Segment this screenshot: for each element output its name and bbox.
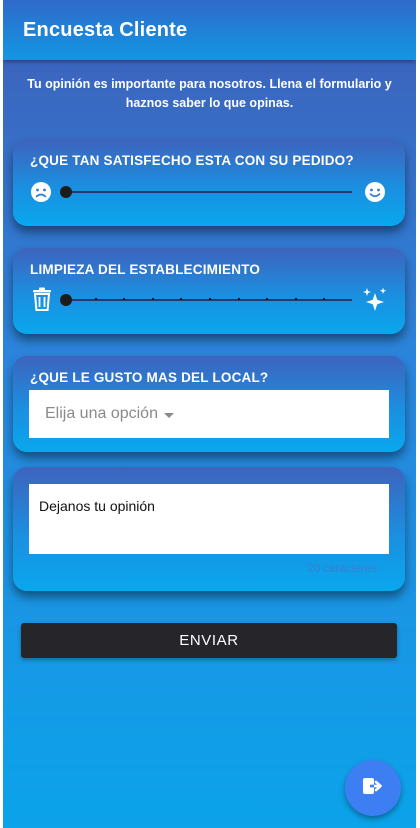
intro-text: Tu opinión es importante para nosotros. … — [27, 77, 392, 110]
caret-down-icon — [163, 412, 174, 418]
logout-fab[interactable] — [345, 760, 401, 816]
submit-button[interactable]: ENVIAR — [21, 623, 397, 658]
cleanliness-slider[interactable] — [30, 287, 388, 313]
satisfaction-slider[interactable] — [30, 179, 388, 205]
slider-tick — [94, 298, 97, 300]
app-bar: Encuesta Cliente — [3, 0, 416, 60]
cleanliness-label: LIMPIEZA DEL ESTABLECIMIENTO — [30, 262, 261, 277]
cleanliness-card: LIMPIEZA DEL ESTABLECIMIENTO — [13, 248, 405, 334]
opinion-textarea[interactable]: Dejanos tu opinión — [29, 484, 389, 554]
slider-thumb[interactable] — [60, 294, 72, 306]
slider-tick — [237, 298, 240, 300]
favorite-select[interactable]: Elija una opción — [29, 390, 389, 438]
slider-tick — [209, 298, 211, 300]
app-screen: Encuesta Cliente Tu opinión es important… — [3, 0, 416, 828]
favorite-card: ¿QUE LE GUSTO MAS DEL LOCAL? Elija una o… — [13, 356, 405, 452]
slider-track[interactable] — [66, 191, 352, 193]
satisfaction-card: ¿QUE TAN SATISFECHO ESTA CON SU PEDIDO? — [13, 140, 405, 226]
happy-face-icon — [364, 179, 388, 205]
slider-tick — [323, 298, 326, 300]
sparkles-icon — [363, 287, 388, 313]
opinion-card: Dejanos tu opinión 20 caracteres — [13, 467, 405, 591]
app-title: Encuesta Cliente — [23, 18, 188, 41]
slider-thumb[interactable] — [60, 186, 72, 198]
character-counter: 20 caracteres — [307, 563, 377, 575]
trash-icon — [30, 287, 54, 313]
sad-face-icon — [30, 179, 54, 205]
opinion-placeholder: Dejanos tu opinión — [39, 498, 155, 514]
slider-tick — [294, 298, 297, 300]
sign-out-icon — [362, 776, 384, 801]
slider-tick — [151, 298, 154, 300]
slider-tick — [123, 298, 126, 300]
satisfaction-label: ¿QUE TAN SATISFECHO ESTA CON SU PEDIDO? — [30, 153, 354, 168]
select-placeholder: Elija una opción — [45, 405, 158, 422]
slider-tick — [180, 298, 183, 300]
slider-tick — [266, 298, 269, 300]
favorite-label: ¿QUE LE GUSTO MAS DEL LOCAL? — [30, 370, 269, 385]
